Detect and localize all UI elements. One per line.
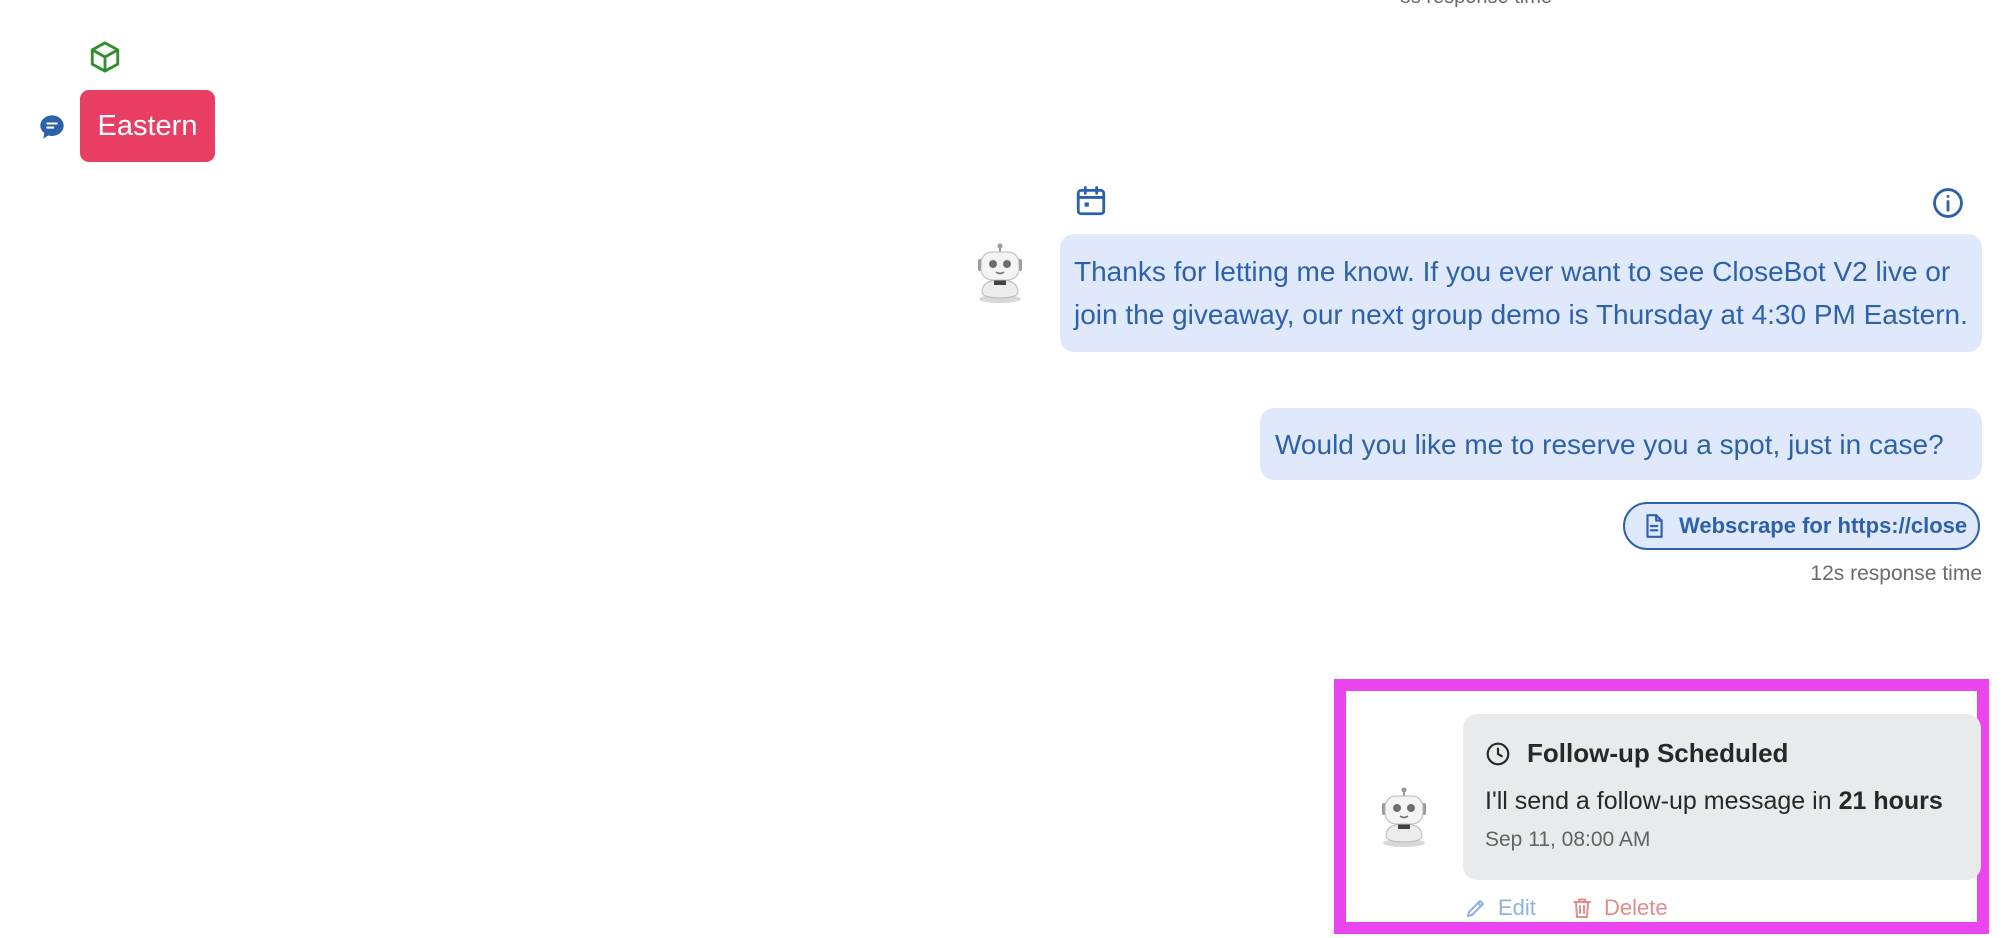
followup-card: Follow-up Scheduled I'll send a follow-u… <box>1463 714 1981 880</box>
top-response-time: 8s response time <box>1400 0 1552 9</box>
info-icon[interactable] <box>1931 186 1965 220</box>
delete-label: Delete <box>1604 895 1668 920</box>
followup-delay: 21 hours <box>1838 787 1943 815</box>
calendar-icon[interactable] <box>1074 184 1108 218</box>
chat-icon <box>40 115 64 139</box>
message-bubble: Thanks for letting me know. If you ever … <box>1060 234 1982 352</box>
edit-label: Edit <box>1498 895 1536 920</box>
message-bubble: Would you like me to reserve you a spot,… <box>1260 408 1982 480</box>
clock-icon <box>1486 742 1510 765</box>
followup-header: Follow-up Scheduled <box>1485 738 1959 769</box>
eastern-tag[interactable]: Eastern <box>80 90 215 162</box>
robot-avatar <box>1382 787 1426 847</box>
followup-title: Follow-up Scheduled <box>1527 738 1789 768</box>
pencil-icon <box>1467 900 1484 917</box>
cube-icon[interactable] <box>88 40 122 74</box>
trash-icon <box>1573 898 1591 918</box>
followup-message: I'll send a follow-up message in 21 hour… <box>1485 787 1959 816</box>
document-icon <box>1646 514 1663 538</box>
source-chip[interactable]: Webscrape for https://close <box>1623 502 1980 550</box>
followup-date: Sep 11, 08:00 AM <box>1485 828 1651 851</box>
response-time: 12s response time <box>1810 562 1982 585</box>
edit-button[interactable]: Edit <box>1464 895 1536 921</box>
robot-avatar <box>978 243 1022 303</box>
followup-message-text: I'll send a follow-up message in <box>1485 787 1839 815</box>
delete-button[interactable]: Delete <box>1570 895 1668 921</box>
source-chip-label: Webscrape for https://close <box>1679 513 1968 538</box>
